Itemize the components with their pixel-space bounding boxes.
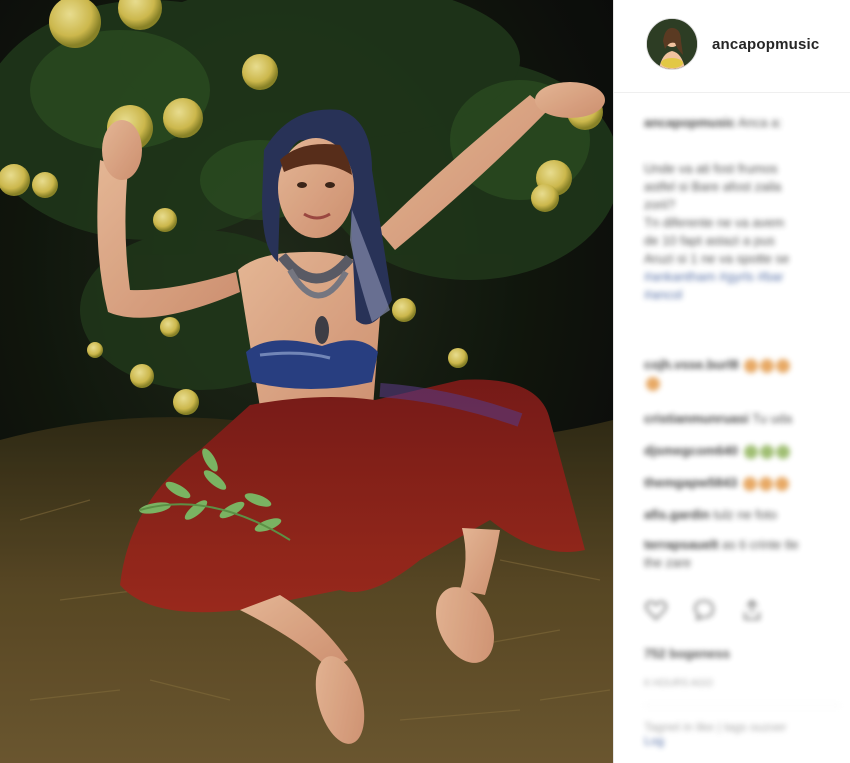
caption-line: ancapopmusic Anca a:: [644, 114, 840, 132]
emoji-icon: [760, 358, 775, 373]
likes-count[interactable]: 752 bogeness: [644, 646, 730, 661]
emoji-icon: [744, 358, 759, 373]
caption-hashtags[interactable]: #ankantham #gyrls #bar: [644, 268, 840, 286]
comment-row: themgapw5843: [644, 474, 840, 492]
emoji-icon: [646, 376, 660, 391]
post-side-panel: ancapopmusic ancapopmusic Anca a: Unde v…: [614, 0, 850, 763]
caption-body-line: astfel si Bare afost zaila: [644, 179, 782, 194]
photo-illustration: [0, 0, 613, 763]
post-header: ancapopmusic: [614, 0, 850, 93]
caption-body-line: Unde va ati fost frumos: [644, 161, 778, 176]
caption-body-line: Aruzi si 1 ne va spotte se: [644, 251, 790, 266]
caption-body-line: de 10 fapt astazi a pus: [644, 233, 775, 248]
comment-row: terrapsauelt as ti crinte tle the zare: [644, 536, 840, 572]
comment-row: afis.gardin tulz ne foto: [644, 506, 840, 524]
post-timestamp: 6 HOURS AGO: [644, 678, 713, 689]
caption-text: Anca a:: [737, 115, 783, 130]
comment-text: as ti crinte tle: [722, 537, 799, 552]
comment-text: tulz ne foto: [713, 507, 777, 522]
avatar-image: [647, 19, 697, 69]
comment-username[interactable]: cristianmunruasi: [644, 411, 749, 426]
comment-username[interactable]: djsmegcom640: [644, 443, 738, 458]
comment-username[interactable]: themgapw5843: [644, 475, 737, 490]
login-link[interactable]: Log: [644, 734, 664, 748]
caption-body-line: zorii?: [644, 197, 676, 212]
post-username[interactable]: ancapopmusic: [712, 36, 819, 53]
comment-username[interactable]: afis.gardin: [644, 507, 710, 522]
login-prompt: Tagnet in like | tags ouzoer Log: [644, 720, 787, 748]
login-prompt-text: Tagnet in like | tags ouzoer: [644, 720, 787, 734]
emoji-icon: [742, 476, 757, 491]
comment-username[interactable]: cojh.vsse.burl8: [644, 357, 739, 372]
comment-text: the zare: [644, 555, 691, 570]
caption-body: Unde va ati fost frumos astfel si Bare a…: [644, 160, 840, 304]
share-icon[interactable]: [740, 598, 764, 622]
emoji-icon: [774, 476, 789, 491]
comments-area: ancapopmusic Anca a: Unde va ati fost fr…: [614, 100, 850, 763]
emoji-icon: [776, 358, 791, 373]
comment-row: cristianmunruasi Tu uda: [644, 410, 840, 428]
comment-icon[interactable]: [692, 598, 716, 622]
caption-username[interactable]: ancapopmusic: [644, 115, 735, 130]
caption-hashtags[interactable]: #ancol: [644, 286, 840, 304]
emoji-icon: [758, 476, 773, 491]
avatar[interactable]: [646, 18, 698, 70]
comment-username[interactable]: terrapsauelt: [644, 537, 718, 552]
heart-icon[interactable]: [644, 598, 668, 622]
emoji-icon: [775, 444, 790, 459]
caption-body-line: Tn diferente ne va avem: [644, 215, 785, 230]
post-photo[interactable]: [0, 0, 613, 763]
emoji-icon: [743, 444, 758, 459]
comment-text: Tu uda: [752, 411, 793, 426]
comment-row: djsmegcom640: [644, 442, 840, 460]
comment-row: cojh.vsse.burl8: [644, 356, 840, 392]
divider: [644, 705, 840, 706]
emoji-icon: [759, 444, 774, 459]
